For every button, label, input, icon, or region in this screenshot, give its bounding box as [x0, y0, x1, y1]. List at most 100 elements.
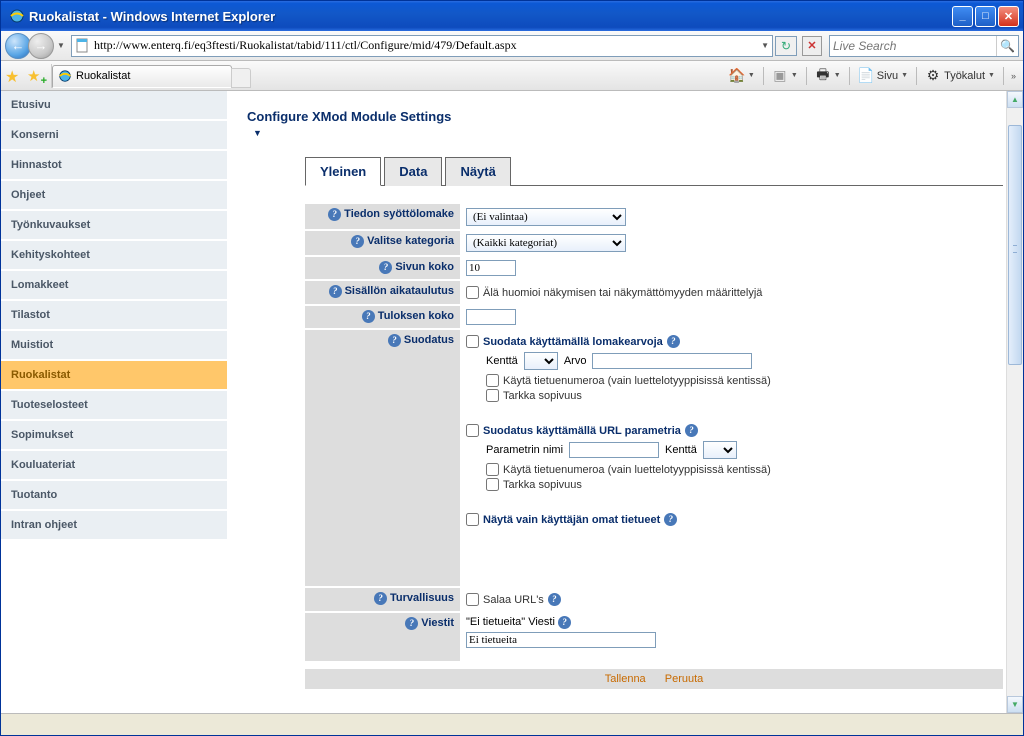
url-field-select[interactable]: [703, 441, 737, 459]
home-icon: 🏠: [729, 68, 745, 84]
help-icon[interactable]: ?: [329, 285, 342, 298]
search-button[interactable]: 🔍: [996, 36, 1018, 56]
main-content: Configure XMod Module Settings ▼ Yleinen…: [227, 91, 1023, 713]
help-icon[interactable]: ?: [558, 616, 571, 629]
help-icon[interactable]: ?: [685, 424, 698, 437]
window-minimize-button[interactable]: _: [952, 6, 973, 27]
tools-menu-button[interactable]: ⚙Työkalut▼: [921, 65, 999, 87]
sidebar-item-konserni[interactable]: Konserni: [1, 121, 227, 151]
rss-icon: ▣: [772, 68, 788, 84]
help-icon[interactable]: ?: [351, 235, 364, 248]
sidebar-item-ohjeet[interactable]: Ohjeet: [1, 181, 227, 211]
field-label: Viestit: [421, 617, 454, 629]
print-icon: 🖶: [815, 68, 831, 84]
param-name-input[interactable]: [569, 442, 659, 458]
home-button[interactable]: 🏠▼: [725, 65, 759, 87]
filter-field-select[interactable]: [524, 352, 558, 370]
sidebar-item-lomakkeet[interactable]: Lomakkeet: [1, 271, 227, 301]
window-close-button[interactable]: ✕: [998, 6, 1019, 27]
config-tab-näytä[interactable]: Näytä: [445, 157, 510, 186]
field-label: Valitse kategoria: [367, 235, 454, 247]
exact-match-checkbox[interactable]: [486, 389, 499, 402]
new-tab-button[interactable]: [231, 68, 251, 88]
favorites-icon[interactable]: ★: [5, 67, 23, 85]
show-own-records-checkbox[interactable]: [466, 513, 479, 526]
help-icon[interactable]: ?: [362, 310, 375, 323]
category-select[interactable]: (Kaikki kategoriat): [466, 234, 626, 252]
sidebar-item-kouluateriat[interactable]: Kouluateriat: [1, 451, 227, 481]
help-icon[interactable]: ?: [388, 334, 401, 347]
navigation-bar: ← → ▼ ▼ ↻ ✕ 🔍: [1, 31, 1023, 61]
scroll-up-button[interactable]: ▲: [1007, 91, 1023, 108]
help-icon[interactable]: ?: [328, 208, 341, 221]
config-tab-data[interactable]: Data: [384, 157, 442, 186]
sidebar-nav: EtusivuKonserniHinnastotOhjeetTyönkuvauk…: [1, 91, 227, 713]
help-icon[interactable]: ?: [379, 261, 392, 274]
address-bar[interactable]: ▼: [71, 35, 773, 57]
use-record-number-url-checkbox[interactable]: [486, 463, 499, 476]
ignore-visibility-checkbox[interactable]: [466, 286, 479, 299]
sidebar-item-hinnastot[interactable]: Hinnastot: [1, 151, 227, 181]
search-bar[interactable]: 🔍: [829, 35, 1019, 57]
help-icon[interactable]: ?: [664, 513, 677, 526]
no-records-message-input[interactable]: [466, 632, 656, 648]
scroll-down-button[interactable]: ▼: [1007, 696, 1023, 713]
ie-icon: [58, 69, 72, 83]
sidebar-item-työnkuvaukset[interactable]: Työnkuvaukset: [1, 211, 227, 241]
sidebar-item-tuotanto[interactable]: Tuotanto: [1, 481, 227, 511]
sidebar-item-tilastot[interactable]: Tilastot: [1, 301, 227, 331]
ie-icon: [9, 8, 25, 24]
config-tabs: YleinenDataNäytä: [305, 156, 1003, 186]
filter-value-input[interactable]: [592, 353, 752, 369]
nav-history-dropdown[interactable]: ▼: [54, 33, 68, 59]
refresh-button[interactable]: ↻: [775, 36, 797, 56]
exact-match-url-checkbox[interactable]: [486, 478, 499, 491]
browser-tab[interactable]: Ruokalistat: [52, 65, 232, 88]
collapse-icon[interactable]: ▼: [253, 128, 1003, 138]
page-icon: [75, 38, 91, 54]
window-title: Ruokalistat - Windows Internet Explorer: [29, 9, 952, 24]
cancel-button[interactable]: Peruuta: [665, 673, 704, 685]
stop-button[interactable]: ✕: [802, 36, 822, 56]
result-size-input[interactable]: [466, 309, 516, 325]
toolbar-overflow-icon[interactable]: »: [1008, 71, 1019, 81]
encrypt-urls-checkbox[interactable]: [466, 593, 479, 606]
help-icon[interactable]: ?: [374, 592, 387, 605]
page-title: Configure XMod Module Settings: [247, 109, 1003, 124]
address-dropdown-icon[interactable]: ▼: [758, 41, 772, 50]
use-record-number-checkbox[interactable]: [486, 374, 499, 387]
sidebar-item-kehityskohteet[interactable]: Kehityskohteet: [1, 241, 227, 271]
action-bar: Tallenna Peruuta: [305, 669, 1003, 689]
window-titlebar: Ruokalistat - Windows Internet Explorer …: [1, 1, 1023, 31]
vertical-scrollbar[interactable]: ▲ ▼: [1006, 91, 1023, 713]
feeds-button[interactable]: ▣▼: [768, 65, 802, 87]
print-button[interactable]: 🖶▼: [811, 65, 845, 87]
help-icon[interactable]: ?: [405, 617, 418, 630]
field-label: Tuloksen koko: [378, 310, 454, 322]
browser-tab-label: Ruokalistat: [76, 70, 130, 82]
address-input[interactable]: [94, 38, 758, 53]
sidebar-item-tuoteselosteet[interactable]: Tuoteselosteet: [1, 391, 227, 421]
data-entry-form-select[interactable]: (Ei valintaa): [466, 208, 626, 226]
filter-form-values-checkbox[interactable]: [466, 335, 479, 348]
field-label: Tiedon syöttölomake: [344, 208, 454, 220]
sidebar-item-sopimukset[interactable]: Sopimukset: [1, 421, 227, 451]
sidebar-item-intran-ohjeet[interactable]: Intran ohjeet: [1, 511, 227, 541]
field-label: Turvallisuus: [390, 592, 454, 604]
save-button[interactable]: Tallenna: [605, 673, 646, 685]
page-menu-button[interactable]: 📄Sivu▼: [854, 65, 912, 87]
sidebar-item-etusivu[interactable]: Etusivu: [1, 91, 227, 121]
scroll-thumb[interactable]: [1008, 125, 1022, 365]
nav-forward-button[interactable]: →: [28, 33, 54, 59]
sidebar-item-muistiot[interactable]: Muistiot: [1, 331, 227, 361]
help-icon[interactable]: ?: [548, 593, 561, 606]
page-icon: 📄: [858, 68, 874, 84]
help-icon[interactable]: ?: [667, 335, 680, 348]
window-maximize-button[interactable]: □: [975, 6, 996, 27]
add-favorite-icon[interactable]: ★: [27, 67, 45, 85]
sidebar-item-ruokalistat[interactable]: Ruokalistat: [1, 361, 227, 391]
search-input[interactable]: [830, 39, 996, 53]
page-size-input[interactable]: [466, 260, 516, 276]
filter-url-param-checkbox[interactable]: [466, 424, 479, 437]
config-tab-yleinen[interactable]: Yleinen: [305, 157, 381, 186]
